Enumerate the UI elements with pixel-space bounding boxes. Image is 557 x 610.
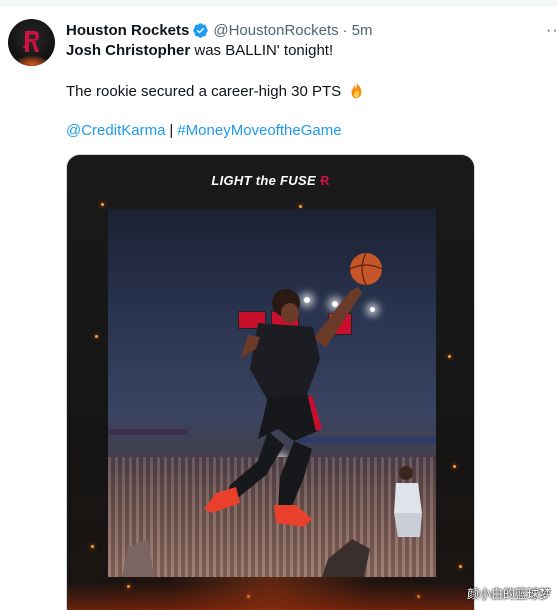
- ember: [95, 335, 98, 338]
- divider-text: |: [169, 122, 174, 139]
- tweet-text-rest: was BALLIN' tonight!: [190, 42, 334, 59]
- hashtag-link[interactable]: #MoneyMoveoftheGame: [177, 122, 341, 139]
- more-options-icon[interactable]: ···: [546, 22, 557, 40]
- tweet-text-line-2: The rookie secured a career-high 30 PTS: [66, 81, 365, 102]
- separator-dot: ·: [342, 21, 348, 39]
- ember: [448, 355, 451, 358]
- player-name: Josh Christopher: [66, 42, 191, 59]
- tweet-text-line-1: Josh Christopher was BALLIN' tonight!: [66, 41, 333, 61]
- fire-icon: [351, 81, 362, 99]
- mention-link[interactable]: @CreditKarma: [66, 122, 165, 139]
- watermark: 颜小白的篮球梦: [466, 587, 551, 601]
- tweet-media-image[interactable]: LIGHT the FUSE Ɍ: [66, 154, 475, 610]
- player-silhouette: [122, 252, 422, 577]
- display-name[interactable]: Houston Rockets: [66, 22, 189, 39]
- verified-badge-icon: [193, 22, 209, 38]
- timeline-divider: [0, 0, 557, 6]
- logo-mark: Ɍ: [319, 173, 330, 188]
- ember: [459, 565, 462, 568]
- tweet-text-line-3: @CreditKarma | #MoneyMoveoftheGame: [66, 121, 342, 141]
- tweet-text-body: The rookie secured a career-high 30 PTS: [66, 83, 342, 100]
- tweet-header: Houston Rockets @HoustonRockets · 5m: [66, 19, 372, 41]
- tweet-card[interactable]: Houston Rockets @HoustonRockets · 5m ···…: [0, 0, 557, 610]
- game-photo: [108, 209, 436, 577]
- avatar[interactable]: [8, 19, 55, 66]
- ember: [453, 465, 456, 468]
- ember: [91, 545, 94, 548]
- ember: [299, 205, 302, 208]
- avatar-glow: [14, 56, 50, 66]
- light-the-fuse-logo: LIGHT the FUSE Ɍ: [67, 173, 474, 188]
- ember: [101, 203, 104, 206]
- timestamp[interactable]: 5m: [352, 22, 373, 39]
- handle[interactable]: @HoustonRockets: [213, 22, 338, 39]
- logo-text: LIGHT the FUSE: [211, 173, 316, 188]
- fire-border: [67, 583, 474, 610]
